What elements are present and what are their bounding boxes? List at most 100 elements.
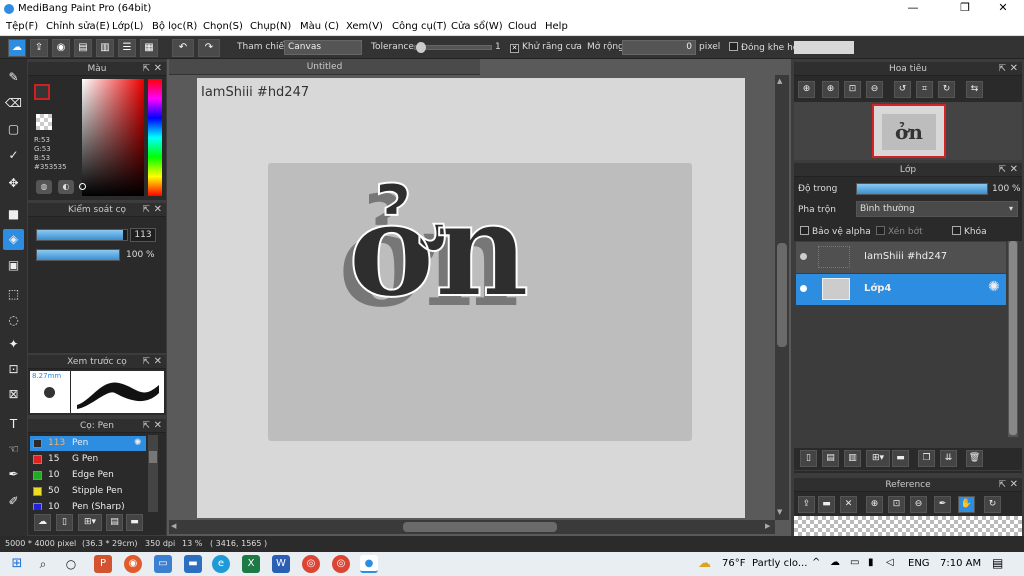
new-halftone-layer-icon[interactable]: ▤	[822, 450, 839, 467]
close-icon[interactable]: ✕	[1010, 163, 1018, 177]
new-brush-icon[interactable]: ▯	[56, 514, 73, 531]
canvas[interactable]: IamShiii #hd247 ởn ởn	[197, 78, 745, 518]
layer-row-watermark[interactable]: IamShiii #hd247	[796, 242, 1006, 273]
zoom-out-icon[interactable]: ⊖	[910, 496, 927, 513]
gradient-icon[interactable]: ▣	[3, 255, 24, 276]
task-view-icon[interactable]: ○	[62, 555, 80, 573]
chevron-up-icon[interactable]: ^	[812, 557, 820, 568]
layer-list-scroll-thumb[interactable]	[1009, 241, 1017, 435]
gear-icon[interactable]: ✺	[988, 279, 1000, 295]
brush-icon[interactable]: ✎	[3, 67, 24, 88]
merge-layer-icon[interactable]: ⇊	[940, 450, 957, 467]
rectangle-icon[interactable]: ▢	[3, 119, 24, 140]
horizontal-scroll-thumb[interactable]	[403, 522, 557, 532]
clock[interactable]: 7:10 AM	[940, 558, 981, 569]
brush-item-stipple-pen[interactable]: 50 Stipple Pen	[30, 484, 146, 499]
menu-filter[interactable]: Bộ lọc(R)	[152, 21, 197, 32]
rotate-left-icon[interactable]: ↺	[894, 81, 911, 98]
magic-wand-icon[interactable]: ✦	[3, 334, 24, 355]
brush-item-pen-sharp[interactable]: 10 Pen (Sharp)	[30, 500, 146, 510]
monitor-icon[interactable]: ▭	[154, 555, 172, 573]
close-icon[interactable]: ✕	[154, 62, 162, 76]
chrome-icon[interactable]: ◎	[302, 555, 320, 573]
powerpoint-icon[interactable]: P	[94, 555, 112, 573]
zoom-out-icon[interactable]: ⊖	[866, 81, 883, 98]
scroll-right-icon[interactable]: ▶	[765, 522, 770, 530]
expand-icon[interactable]: ⇱	[998, 62, 1006, 76]
select-rect-icon[interactable]: ⬚	[3, 284, 24, 305]
menu-select[interactable]: Chọn(S)	[203, 21, 243, 32]
move-icon[interactable]: ✥	[3, 173, 24, 194]
expand-icon[interactable]: ⇱	[998, 478, 1006, 492]
reset-rotation-icon[interactable]: ⌗	[916, 81, 933, 98]
medibang-taskbar-icon[interactable]: ●	[360, 555, 378, 573]
eyedropper-icon[interactable]: ✒	[934, 496, 951, 513]
folder-icon[interactable]: ▬	[818, 496, 835, 513]
zoom-in-icon[interactable]: ⊕	[822, 81, 839, 98]
layer-list-scrollbar[interactable]	[1008, 241, 1018, 437]
grid-icon[interactable]: ▦	[140, 39, 158, 57]
folder-icon[interactable]: ▬	[892, 450, 909, 467]
color-picker-handle[interactable]	[79, 183, 86, 190]
gap-checkbox[interactable]	[729, 42, 738, 51]
scroll-left-icon[interactable]: ◀	[171, 522, 176, 530]
text-icon[interactable]: T	[3, 414, 24, 435]
brush-size-slider[interactable]	[36, 229, 128, 241]
search-icon[interactable]: ⌕	[34, 555, 52, 573]
close-icon[interactable]: ✕	[154, 203, 162, 217]
redo-icon[interactable]: ↷	[198, 39, 220, 57]
eye-icon[interactable]	[800, 285, 807, 292]
protect-alpha-checkbox[interactable]	[800, 226, 809, 235]
language-indicator[interactable]: ENG	[908, 558, 930, 569]
add-layer-menu-icon[interactable]: ⊞▾	[866, 450, 890, 467]
vertical-scroll-thumb[interactable]	[777, 243, 787, 347]
cloud-icon[interactable]: ☁	[8, 39, 26, 57]
rotate-right-icon[interactable]: ↻	[938, 81, 955, 98]
menu-capture[interactable]: Chụp(N)	[250, 21, 291, 32]
list-icon[interactable]: ☰	[118, 39, 136, 57]
antialias-checkbox[interactable]: ✕	[510, 44, 519, 53]
blend-mode-select[interactable]: Bình thường ▾	[856, 201, 1018, 217]
eye-icon[interactable]	[800, 253, 807, 260]
scroll-down-icon[interactable]: ▼	[777, 508, 782, 516]
minimize-button[interactable]: —	[896, 1, 930, 17]
fit-screen-icon[interactable]: ⊡	[844, 81, 861, 98]
tolerance-slider[interactable]	[414, 42, 492, 53]
battery-icon[interactable]: ▮	[868, 557, 874, 568]
windows-start-icon[interactable]: ⊞	[8, 555, 26, 573]
network-icon[interactable]: ▭	[850, 557, 859, 568]
operation-icon[interactable]: ☜	[3, 439, 24, 460]
add-brush-icon[interactable]: ⊞▾	[78, 514, 102, 531]
close-icon[interactable]: ✕	[154, 419, 162, 433]
weather-text[interactable]: Partly clo...	[752, 558, 807, 569]
undo-icon[interactable]: ↶	[172, 39, 194, 57]
primary-color-swatch[interactable]	[34, 84, 50, 100]
layer-row-layer4[interactable]: Lớp4 ✺	[796, 274, 1006, 305]
expand-icon[interactable]: ⇱	[142, 355, 150, 369]
menu-view[interactable]: Xem(V)	[346, 21, 383, 32]
transparent-swatch[interactable]	[36, 114, 52, 130]
color-wheel-icon[interactable]: ◐	[58, 180, 74, 194]
palette-icon[interactable]: ◍	[36, 180, 52, 194]
new-layer-icon[interactable]: ▯	[800, 450, 817, 467]
zoom-in-icon[interactable]: ⊕	[866, 496, 883, 513]
hand-icon[interactable]: ✋	[958, 496, 975, 513]
lasso-icon[interactable]: ◌	[3, 310, 24, 331]
close-reference-icon[interactable]: ✕	[840, 496, 857, 513]
brush-settings-icon[interactable]: ▤	[106, 514, 123, 531]
eyedropper-icon[interactable]: ✒	[3, 464, 24, 485]
menu-tools[interactable]: Công cụ(T)	[392, 21, 447, 32]
fit-screen-icon[interactable]: ⊡	[888, 496, 905, 513]
horizontal-scrollbar[interactable]: ◀ ▶	[169, 520, 775, 534]
dot-icon[interactable]: ✓	[3, 145, 24, 166]
hue-slider[interactable]	[148, 79, 162, 196]
open-reference-icon[interactable]: ⇪	[798, 496, 815, 513]
menu-edit[interactable]: Chỉnh sửa(E)	[46, 21, 110, 32]
menu-file[interactable]: Tệp(F)	[6, 21, 38, 32]
chrome-icon-2[interactable]: ◎	[332, 555, 350, 573]
gap-slider[interactable]	[794, 41, 854, 54]
new-8bit-layer-icon[interactable]: ▥	[844, 450, 861, 467]
folder-icon[interactable]: ▬	[126, 514, 143, 531]
select-eraser-icon[interactable]: ⊠	[3, 384, 24, 405]
notification-icon[interactable]: ▤	[992, 556, 1003, 570]
